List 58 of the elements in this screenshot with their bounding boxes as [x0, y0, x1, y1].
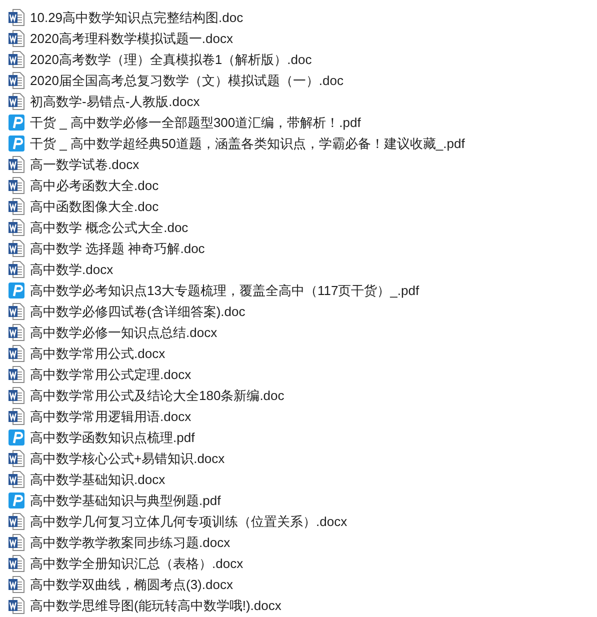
file-name[interactable]: 高一数学试卷.docx — [30, 158, 140, 171]
word-document-icon — [8, 387, 25, 404]
file-name[interactable]: 高中数学必修一知识点总结.docx — [30, 326, 218, 339]
file-name[interactable]: 高中必考函数大全.doc — [30, 179, 159, 192]
file-name[interactable]: 高中数学 选择题 神奇巧解.doc — [30, 242, 205, 255]
word-document-icon — [8, 30, 25, 47]
word-document-icon — [8, 597, 25, 614]
word-document-icon — [8, 534, 25, 551]
file-name[interactable]: 高中数学基础知识.docx — [30, 473, 166, 486]
word-document-icon — [8, 555, 25, 572]
word-document-icon — [8, 198, 25, 215]
file-name[interactable]: 高中数学几何复习立体几何专项训练（位置关系）.docx — [30, 515, 348, 528]
file-name[interactable]: 高中数学.docx — [30, 263, 114, 276]
file-name[interactable]: 高中数学常用公式定理.docx — [30, 368, 192, 381]
file-name[interactable]: 高中数学常用公式及结论大全180条新编.doc — [30, 389, 284, 402]
file-name[interactable]: 2020届全国高考总复习数学（文）模拟试题（一）.doc — [30, 74, 344, 87]
word-document-icon — [8, 51, 25, 68]
word-document-icon — [8, 72, 25, 89]
file-name[interactable]: 高中数学教学教案同步练习题.docx — [30, 536, 230, 549]
word-document-icon — [8, 219, 25, 236]
word-document-icon — [8, 240, 25, 257]
word-document-icon — [8, 324, 25, 341]
file-name[interactable]: 高中数学必考知识点13大专题梳理，覆盖全高中（117页干货）_.pdf — [30, 284, 420, 297]
word-document-icon — [8, 513, 25, 530]
word-document-icon — [8, 9, 25, 26]
pdf-document-icon — [8, 135, 25, 152]
file-name[interactable]: 干货 _ 高中数学必修一全部题型300道汇编，带解析！.pdf — [30, 116, 361, 129]
file-name[interactable]: 初高数学-易错点-人教版.docx — [30, 95, 200, 108]
pdf-document-icon — [8, 114, 25, 131]
word-document-icon — [8, 156, 25, 173]
pdf-document-icon — [8, 429, 25, 446]
word-document-icon — [8, 366, 25, 383]
pdf-document-icon — [8, 492, 25, 509]
word-document-icon — [8, 576, 25, 593]
file-name[interactable]: 高中数学核心公式+易错知识.docx — [30, 452, 225, 465]
file-name[interactable]: 高中数学 概念公式大全.doc — [30, 221, 188, 234]
word-document-icon — [8, 450, 25, 467]
file-name[interactable]: 高中函数图像大全.doc — [30, 200, 159, 213]
file-name[interactable]: 干货 _ 高中数学超经典50道题，涵盖各类知识点，学霸必备！建议收藏_.pdf — [30, 137, 465, 150]
file-name[interactable]: 2020高考数学（理）全真模拟卷1（解析版）.doc — [30, 53, 312, 66]
word-document-icon — [8, 471, 25, 488]
word-document-icon — [8, 261, 25, 278]
word-document-icon — [8, 177, 25, 194]
file-name[interactable]: 10.29高中数学知识点完整结构图.doc — [30, 11, 244, 24]
file-name[interactable]: 高中数学常用公式.docx — [30, 347, 166, 360]
pdf-document-icon — [8, 282, 25, 299]
file-name[interactable]: 高中数学双曲线，椭圆考点(3).docx — [30, 578, 233, 591]
file-name[interactable]: 高中数学思维导图(能玩转高中数学哦!).docx — [30, 599, 282, 612]
word-document-icon — [8, 93, 25, 110]
word-document-icon — [8, 303, 25, 320]
word-document-icon — [8, 345, 25, 362]
file-name[interactable]: 高中数学常用逻辑用语.docx — [30, 410, 192, 423]
file-name[interactable]: 高中数学全册知识汇总（表格）.docx — [30, 557, 244, 570]
file-name[interactable]: 高中数学基础知识与典型例题.pdf — [30, 494, 221, 507]
file-name[interactable]: 高中数学必修四试卷(含详细答案).doc — [30, 305, 246, 318]
file-name[interactable]: 2020高考理科数学模拟试题一.docx — [30, 32, 233, 45]
file-name[interactable]: 高中数学函数知识点梳理.pdf — [30, 431, 195, 444]
word-document-icon — [8, 408, 25, 425]
